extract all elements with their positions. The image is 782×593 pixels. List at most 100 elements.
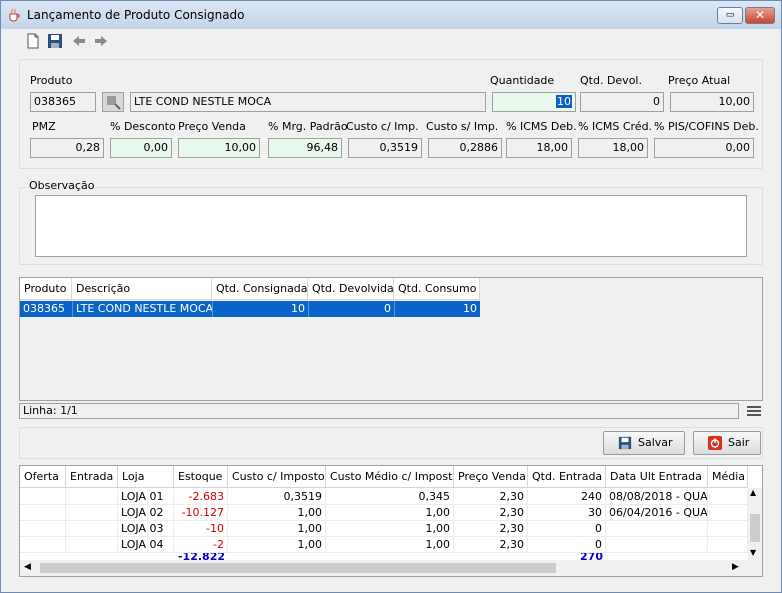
new-document-icon[interactable]	[25, 33, 41, 49]
cell-estoque: -10.127	[174, 505, 228, 521]
table-row[interactable]: LOJA 01 -2.683 0,3519 0,345 2,30 240 08/08/201…	[20, 489, 748, 505]
search-product-button[interactable]	[102, 92, 124, 112]
close-button[interactable]: ✕	[745, 7, 775, 24]
menu-lines-icon[interactable]	[747, 405, 761, 417]
icms-cred-label: % ICMS Créd.	[578, 120, 653, 133]
col-header-preco-venda[interactable]: Preço Venda	[454, 466, 528, 488]
cell-media	[708, 521, 748, 537]
cell-produto: 038365	[23, 302, 65, 315]
pis-cofins-field: 0,00	[654, 138, 754, 158]
observacao-textarea[interactable]	[35, 195, 747, 257]
save-disk-icon[interactable]	[47, 33, 63, 49]
observacao-label: Observação	[27, 179, 97, 192]
scroll-right-icon[interactable]: ▶	[732, 562, 739, 572]
stock-grid[interactable]: Oferta Entrada Loja Estoque Custo c/ Imp…	[19, 465, 763, 577]
cell-entrada	[66, 537, 118, 553]
icms-cred-field: 18,00	[578, 138, 648, 158]
col-header-estoque[interactable]: Estoque	[174, 466, 228, 488]
col-header-data-ult-entrada[interactable]: Data Ult Entrada	[606, 466, 708, 488]
cell-custo-medio: 1,00	[326, 537, 454, 553]
cell-loja: LOJA 03	[118, 521, 174, 537]
custo-c-imp-label: Custo c/ Imp.	[346, 120, 419, 133]
table-row[interactable]: LOJA 04 -2 1,00 1,00 2,30 0	[20, 537, 748, 553]
col-header-produto[interactable]: Produto	[20, 278, 72, 300]
magnifier-icon	[107, 96, 121, 110]
mrg-padrao-input[interactable]: 96,48	[268, 138, 342, 158]
quantidade-label: Quantidade	[490, 74, 555, 87]
power-off-icon	[708, 436, 722, 450]
product-code-field[interactable]: 038365	[30, 92, 96, 112]
linha-status: Linha: 1/1	[19, 403, 739, 419]
cell-loja: LOJA 02	[118, 505, 174, 521]
col-header-qtd-entrada[interactable]: Qtd. Entrada	[528, 466, 606, 488]
save-disk-icon	[618, 436, 632, 450]
col-header-loja[interactable]: Loja	[118, 466, 174, 488]
col-header-custo-medio[interactable]: Custo Médio c/ Imposto	[326, 466, 454, 488]
cell-data-ult-entrada: 06/04/2016 - QUA	[606, 505, 708, 521]
cell-loja: LOJA 04	[118, 537, 174, 553]
back-arrow-icon[interactable]	[71, 33, 87, 49]
custo-s-imp-field: 0,2886	[428, 138, 502, 158]
icms-deb-field: 18,00	[506, 138, 572, 158]
cell-custo-c-imposto: 1,00	[228, 521, 326, 537]
desconto-label: % Desconto	[110, 120, 176, 133]
preco-atual-field: 10,00	[670, 92, 754, 112]
vertical-scrollbar[interactable]: ▲ ▼	[748, 488, 762, 560]
table-row[interactable]: LOJA 03 -10 1,00 1,00 2,30 0	[20, 521, 748, 537]
client-area: Produto 038365 LTE COND NESTLE MOCA Quan…	[5, 29, 777, 589]
cell-oferta	[20, 489, 66, 505]
col-header-qtd-consumo[interactable]: Qtd. Consumo	[394, 278, 480, 300]
horizontal-scrollbar[interactable]: ◀ ▶	[20, 560, 762, 576]
pmz-field: 0,28	[30, 138, 104, 158]
cell-data-ult-entrada	[606, 521, 708, 537]
items-grid[interactable]: Produto Descrição Qtd. Consignada Qtd. D…	[19, 277, 763, 401]
cell-data-ult-entrada: 08/08/2018 - QUA	[606, 489, 708, 505]
table-row[interactable]: 038365 LTE COND NESTLE MOCA 10 0 10	[20, 301, 480, 317]
col-header-qtd-consignada[interactable]: Qtd. Consignada	[212, 278, 308, 300]
cell-custo-medio: 1,00	[326, 521, 454, 537]
cell-media	[708, 505, 748, 521]
quantity-input[interactable]: 10	[492, 92, 576, 112]
product-panel: Produto 038365 LTE COND NESTLE MOCA Quan…	[19, 59, 763, 169]
title-bar: Lançamento de Produto Consignado ▭ ✕	[1, 1, 781, 29]
col-header-entrada[interactable]: Entrada	[66, 466, 118, 488]
col-header-oferta[interactable]: Oferta	[20, 466, 66, 488]
horizontal-scroll-thumb[interactable]	[40, 563, 556, 573]
scroll-up-icon[interactable]: ▲	[750, 488, 756, 497]
desconto-input[interactable]: 0,00	[110, 138, 172, 158]
cell-custo-c-imposto: 1,00	[228, 505, 326, 521]
table-row[interactable]: LOJA 02 -10.127 1,00 1,00 2,30 30 06/04/2016 -…	[20, 505, 748, 521]
cell-descricao: LTE COND NESTLE MOCA	[72, 301, 212, 317]
cell-custo-c-imposto: 1,00	[228, 537, 326, 553]
cell-qtd-consignada: 10	[212, 301, 308, 317]
col-header-media[interactable]: Média	[708, 466, 748, 488]
scroll-left-icon[interactable]: ◀	[24, 562, 31, 572]
preco-venda-input[interactable]: 10,00	[178, 138, 260, 158]
salvar-label: Salvar	[638, 436, 673, 449]
pis-cofins-label: % PIS/COFINS Deb.	[654, 120, 759, 133]
col-header-qtd-devolvida[interactable]: Qtd. Devolvida	[308, 278, 394, 300]
cell-media	[708, 489, 748, 505]
cell-preco-venda: 2,30	[454, 489, 528, 505]
cell-oferta	[20, 537, 66, 553]
col-header-custo-c-imposto[interactable]: Custo c/ Imposto	[228, 466, 326, 488]
mrg-padrao-label: % Mrg. Padrão	[268, 120, 348, 133]
cell-custo-c-imposto: 0,3519	[228, 489, 326, 505]
qtd-devol-label: Qtd. Devol.	[580, 74, 642, 87]
app-window: Lançamento de Produto Consignado ▭ ✕ Pro…	[0, 0, 782, 593]
sair-button[interactable]: Sair	[693, 431, 761, 455]
cell-preco-venda: 2,30	[454, 505, 528, 521]
salvar-button[interactable]: Salvar	[603, 431, 685, 455]
vertical-scroll-thumb[interactable]	[750, 514, 760, 542]
forward-arrow-icon[interactable]	[93, 33, 109, 49]
restore-button[interactable]: ▭	[717, 7, 743, 24]
cell-estoque: -10	[174, 521, 228, 537]
cell-qtd-entrada: 0	[528, 521, 606, 537]
cell-data-ult-entrada	[606, 537, 708, 553]
col-header-descricao[interactable]: Descrição	[72, 278, 212, 300]
cell-custo-medio: 1,00	[326, 505, 454, 521]
quantity-value: 10	[556, 95, 572, 108]
scroll-down-icon[interactable]: ▼	[750, 548, 756, 557]
pmz-label: PMZ	[32, 120, 56, 133]
cell-qtd-devolvida: 0	[308, 301, 394, 317]
